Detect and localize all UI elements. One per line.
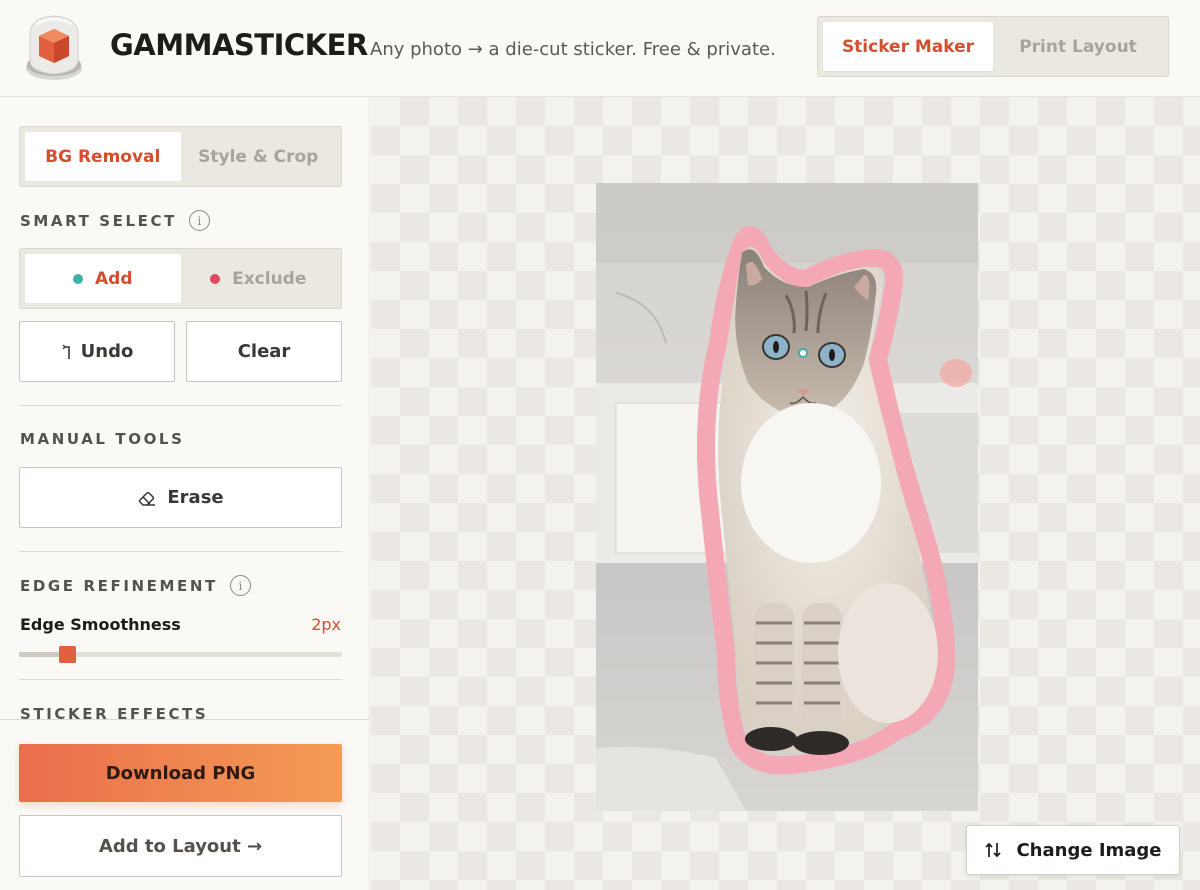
tab-print-layout[interactable]: Print Layout (993, 22, 1163, 71)
download-png-button[interactable]: Download PNG (19, 744, 342, 802)
edge-refinement-heading: EDGE REFINEMENT i (20, 575, 251, 596)
edge-refinement-title: EDGE REFINEMENT (20, 576, 218, 595)
sidebar-tabs: BG Removal Style & Crop (19, 126, 342, 187)
divider (19, 679, 342, 680)
edge-smoothness-label: Edge Smoothness (20, 615, 181, 634)
swap-arrows-icon (985, 842, 1002, 858)
exclude-mode-label: Exclude (232, 268, 307, 289)
teal-dot-icon (73, 273, 83, 284)
smart-select-heading: SMART SELECT i (20, 210, 210, 231)
add-mode-label: Add (95, 268, 133, 289)
manual-tools-heading: MANUAL TOOLS (20, 430, 185, 448)
change-image-button[interactable]: Change Image (966, 825, 1180, 875)
brand-title: GAMMASTICKER (110, 28, 368, 62)
edge-smoothness-slider[interactable] (19, 646, 342, 663)
undo-icon (62, 344, 70, 359)
sidebar: BG Removal Style & Crop SMART SELECT i A… (0, 97, 370, 890)
tab-bg-removal[interactable]: BG Removal (25, 132, 181, 181)
clear-button[interactable]: Clear (186, 321, 342, 382)
smart-select-title: SMART SELECT (20, 211, 177, 230)
tab-style-crop[interactable]: Style & Crop (181, 132, 337, 181)
mode-tabs: Sticker Maker Print Layout (817, 16, 1169, 77)
info-icon[interactable]: i (229, 575, 251, 596)
erase-button[interactable]: Erase (19, 467, 342, 528)
edge-smoothness-value: 2px (311, 615, 341, 634)
undo-button[interactable]: Undo (19, 321, 175, 382)
tab-sticker-maker[interactable]: Sticker Maker (823, 22, 993, 71)
sidebar-footer: Download PNG Add to Layout → (0, 719, 369, 890)
eraser-icon (139, 491, 156, 506)
info-icon[interactable]: i (188, 210, 210, 231)
canvas-area[interactable]: Change Image (371, 97, 1200, 890)
slider-thumb[interactable] (59, 646, 77, 663)
app-header: GAMMASTICKER Any photo → a die-cut stick… (0, 0, 1200, 97)
red-dot-icon (210, 273, 221, 284)
divider (19, 405, 342, 406)
divider (19, 551, 342, 552)
logo-cube-icon (26, 15, 82, 80)
cat-photo-image[interactable] (596, 183, 978, 811)
erase-label: Erase (167, 487, 224, 508)
change-image-label: Change Image (1016, 839, 1162, 861)
exclude-mode-button[interactable]: Exclude (181, 254, 337, 303)
undo-label: Undo (80, 341, 134, 362)
add-mode-button[interactable]: Add (25, 254, 181, 303)
add-to-layout-button[interactable]: Add to Layout → (19, 815, 342, 877)
brand-tagline: Any photo → a die-cut sticker. Free & pr… (370, 39, 776, 60)
smart-select-mode: Add Exclude (19, 248, 342, 309)
manual-tools-title: MANUAL TOOLS (20, 430, 185, 448)
